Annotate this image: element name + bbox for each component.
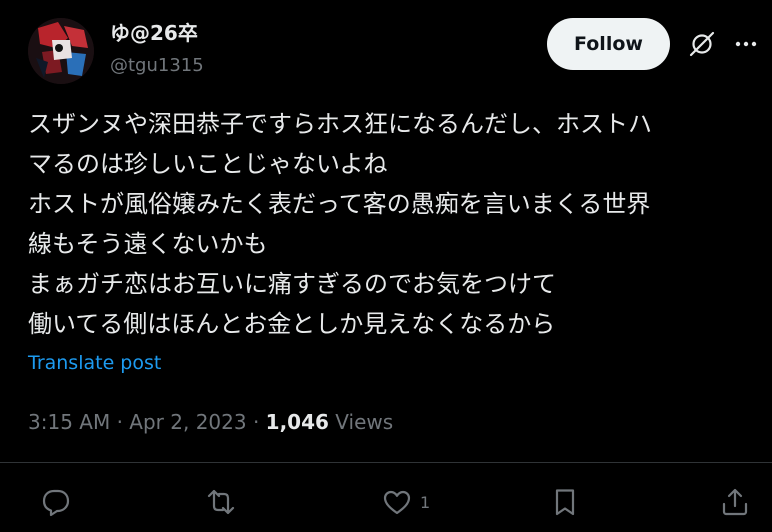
- reply-button[interactable]: [41, 486, 71, 518]
- more-options-icon[interactable]: [733, 33, 759, 55]
- heart-icon: [383, 490, 411, 515]
- post-time[interactable]: 3:15 AM: [28, 410, 110, 434]
- post-line: 線もそう遠くないかも: [28, 230, 268, 258]
- share-button[interactable]: [720, 486, 750, 518]
- post-text: スザンヌや深田恭子ですらホス狂になるんだし、ホストハ マるのは珍しいことじゃない…: [28, 104, 758, 344]
- post-line: マるのは珍しいことじゃないよね: [28, 150, 388, 178]
- post-line: 働いてる側はほんとお金としか見えなくなるから: [28, 310, 556, 338]
- follow-button[interactable]: Follow: [547, 18, 670, 70]
- bookmark-button[interactable]: [550, 486, 580, 518]
- divider: [0, 462, 772, 463]
- views-label[interactable]: Views: [329, 410, 393, 434]
- like-button[interactable]: 1: [382, 486, 430, 518]
- grok-icon[interactable]: [689, 31, 715, 57]
- bookmark-icon: [555, 489, 575, 516]
- post-date[interactable]: Apr 2, 2023: [129, 410, 246, 434]
- post-line: ホストが風俗嬢みたく表だって客の愚痴を言いまくる世界: [28, 190, 651, 218]
- like-count: 1: [420, 492, 431, 512]
- reply-icon: [42, 489, 70, 517]
- repost-button[interactable]: [206, 486, 236, 518]
- post-line: まぁガチ恋はお互いに痛すぎるのでお気をつけて: [28, 270, 556, 298]
- post-meta: 3:15 AM · Apr 2, 2023 · 1,046 Views: [28, 408, 393, 436]
- repost-icon: [207, 489, 235, 515]
- author-handle[interactable]: @tgu1315: [110, 54, 204, 78]
- meta-separator: ·: [110, 410, 130, 434]
- avatar[interactable]: [28, 18, 94, 84]
- post-line: スザンヌや深田恭子ですらホス狂になるんだし、ホストハ: [28, 110, 652, 138]
- translate-post-link[interactable]: Translate post: [28, 350, 161, 376]
- author-display-name[interactable]: ゆ@26卒: [110, 20, 198, 46]
- share-icon: [722, 488, 748, 516]
- meta-separator: ·: [246, 410, 266, 434]
- views-count[interactable]: 1,046: [266, 410, 329, 434]
